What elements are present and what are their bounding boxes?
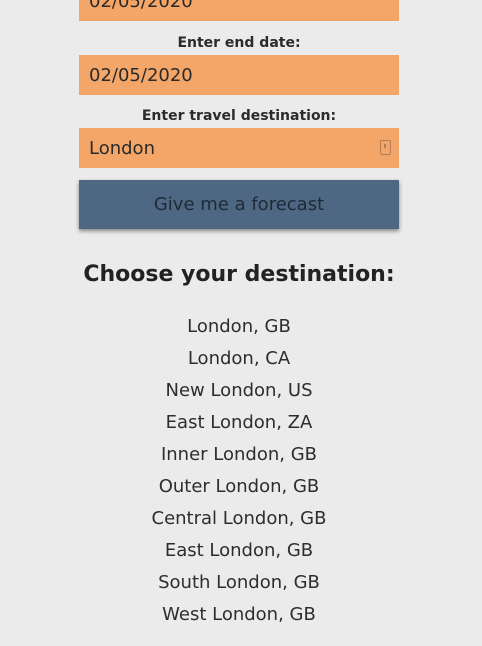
start-date-value: 02/05/2020 [89, 0, 193, 12]
destination-option[interactable]: South London, GB [0, 569, 478, 601]
end-date-input[interactable]: 02/05/2020 [79, 55, 399, 95]
destination-input[interactable]: London [79, 128, 399, 168]
destination-results-heading: Choose your destination: [83, 262, 395, 287]
end-date-value: 02/05/2020 [89, 64, 193, 86]
destination-label: Enter travel destination: [141, 108, 337, 124]
destination-option[interactable]: East London, ZA [0, 409, 478, 441]
destination-option[interactable]: Central London, GB [0, 505, 478, 537]
destination-results-list: London, GB London, CA New London, US Eas… [0, 313, 478, 633]
destination-option[interactable]: London, CA [0, 345, 478, 377]
destination-option[interactable]: Outer London, GB [0, 473, 478, 505]
give-forecast-button[interactable]: Give me a forecast [79, 180, 399, 229]
destination-value: London [89, 137, 155, 159]
end-date-label: Enter end date: [177, 35, 301, 51]
destination-option[interactable]: New London, US [0, 377, 478, 409]
destination-option[interactable]: West London, GB [0, 601, 478, 633]
destination-option[interactable]: London, GB [0, 313, 478, 345]
destination-option[interactable]: Inner London, GB [0, 441, 478, 473]
start-date-input[interactable]: 02/05/2020 [79, 0, 399, 21]
autofill-icon[interactable] [380, 140, 391, 155]
forecast-page: 02/05/2020 Enter end date: 02/05/2020 En… [0, 0, 482, 646]
destination-option[interactable]: East London, GB [0, 537, 478, 569]
